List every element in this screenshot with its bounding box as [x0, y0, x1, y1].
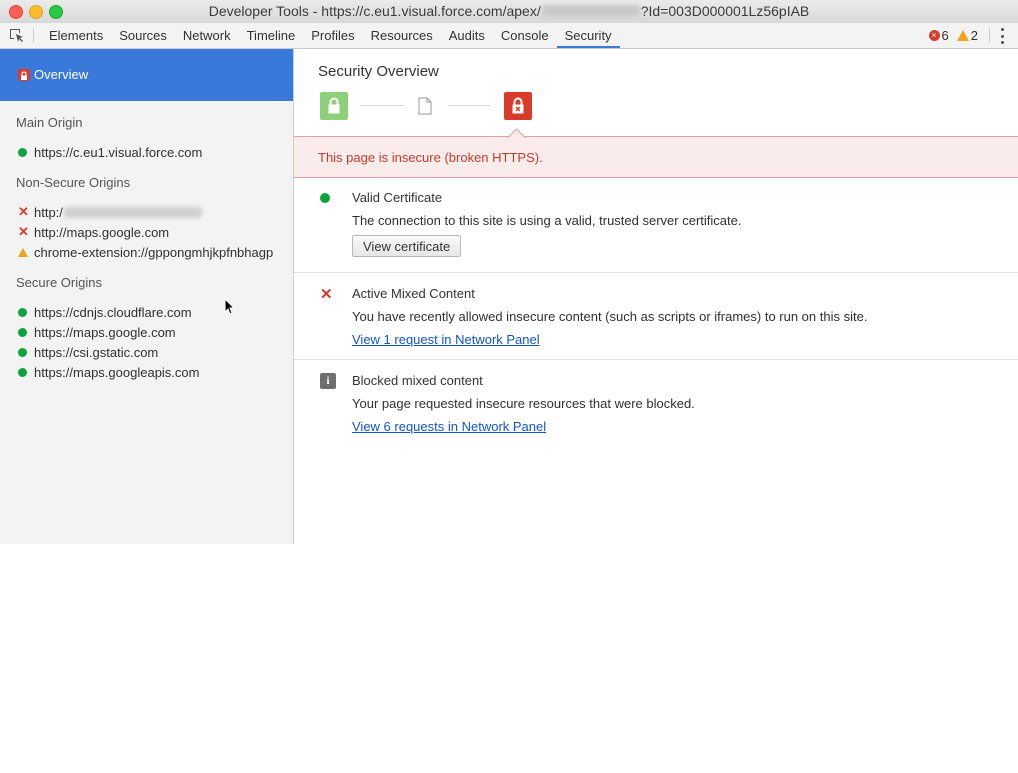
- origin-row[interactable]: https://maps.googleapis.com: [18, 364, 199, 380]
- section-description: The connection to this site is using a v…: [352, 213, 742, 228]
- active-mixed-content-section: ✕ Active Mixed Content You have recently…: [294, 273, 1018, 360]
- warning-triangle-icon: [18, 247, 28, 257]
- section-description: You have recently allowed insecure conte…: [352, 309, 868, 324]
- toolbar-divider: [33, 28, 34, 43]
- view-certificate-button[interactable]: View certificate: [352, 235, 462, 257]
- tab-console[interactable]: Console: [493, 23, 557, 48]
- banner-text: This page is insecure (broken HTTPS).: [318, 150, 543, 165]
- error-count: 6: [941, 28, 949, 43]
- window-title: Developer Tools - https://c.eu1.visual.f…: [0, 3, 1018, 19]
- document-icon: [418, 97, 432, 120]
- inspect-element-icon[interactable]: [9, 28, 25, 44]
- section-title: Active Mixed Content: [352, 286, 475, 301]
- redacted-region: [63, 206, 202, 218]
- window-title-prefix: Developer Tools - https://c.eu1.visual.f…: [208, 3, 541, 19]
- origin-url: https://cdnjs.cloudflare.com: [34, 304, 192, 320]
- panel-tabs: Elements Sources Network Timeline Profil…: [41, 23, 620, 48]
- sidebar-item-label: Overview: [34, 67, 89, 82]
- origin-row[interactable]: https://c.eu1.visual.force.com: [18, 144, 202, 160]
- more-options-icon[interactable]: [999, 28, 1005, 44]
- redacted-region: [541, 5, 640, 17]
- secure-lock-icon: [320, 92, 348, 120]
- origin-row[interactable]: https://maps.google.com: [18, 324, 176, 340]
- connector-line: [360, 105, 404, 106]
- security-sidebar: Overview Main Origin https://c.eu1.visua…: [0, 49, 294, 544]
- view-request-link[interactable]: View 1 request in Network Panel: [352, 332, 540, 347]
- secure-dot-icon: [18, 367, 27, 377]
- origin-url: http://maps.google.com: [34, 224, 170, 240]
- blocked-mixed-content-section: i Blocked mixed content Your page reques…: [294, 360, 1018, 460]
- toolbar-divider: [989, 28, 990, 43]
- secure-dot-icon: [320, 193, 330, 203]
- sidebar-item-overview[interactable]: Overview: [0, 49, 293, 101]
- tab-network[interactable]: Network: [175, 23, 239, 48]
- lock-icon: [18, 69, 30, 81]
- origin-url: chrome-extension://gppongmhjkpfnbhagp: [34, 244, 274, 260]
- error-icon: ×: [928, 30, 940, 41]
- section-title: Valid Certificate: [352, 190, 443, 205]
- origin-row[interactable]: ✕ http:/: [18, 204, 202, 220]
- insecure-lock-icon: [504, 92, 532, 120]
- non-secure-origins-heading: Non-Secure Origins: [16, 175, 131, 190]
- tab-elements[interactable]: Elements: [41, 23, 111, 48]
- origin-row[interactable]: ✕ http://maps.google.com: [18, 224, 169, 240]
- x-icon: ✕: [320, 286, 333, 303]
- origin-url: https://maps.googleapis.com: [34, 364, 200, 380]
- console-counters[interactable]: × 6 2: [928, 28, 978, 43]
- tab-timeline[interactable]: Timeline: [239, 23, 304, 48]
- tab-audits[interactable]: Audits: [441, 23, 493, 48]
- window-titlebar: Developer Tools - https://c.eu1.visual.f…: [0, 0, 1018, 24]
- secure-dot-icon: [18, 147, 27, 157]
- page-title: Security Overview: [318, 63, 439, 80]
- insecure-banner: This page is insecure (broken HTTPS).: [294, 136, 1018, 178]
- origin-url: https://csi.gstatic.com: [34, 344, 159, 360]
- tab-sources[interactable]: Sources: [111, 23, 175, 48]
- tab-security[interactable]: Security: [556, 23, 620, 48]
- origin-row[interactable]: https://cdnjs.cloudflare.com: [18, 304, 192, 320]
- section-title: Blocked mixed content: [352, 373, 483, 388]
- info-icon: i: [320, 373, 336, 389]
- tab-resources[interactable]: Resources: [363, 23, 441, 48]
- secure-dot-icon: [18, 327, 27, 337]
- certificate-section: Valid Certificate The connection to this…: [294, 177, 1018, 273]
- tab-profiles[interactable]: Profiles: [303, 23, 362, 48]
- warning-count: 2: [970, 28, 978, 43]
- mouse-cursor-icon: [224, 297, 236, 320]
- devtools-toolbar: Elements Sources Network Timeline Profil…: [0, 23, 1018, 49]
- origin-url: http:/: [34, 204, 63, 220]
- origin-url: https://maps.google.com: [34, 324, 176, 340]
- warning-icon: [956, 30, 969, 41]
- connector-line: [448, 105, 490, 106]
- origin-row[interactable]: https://csi.gstatic.com: [18, 344, 158, 360]
- window-title-suffix: ?Id=003D000001Lz56pIAB: [640, 3, 810, 19]
- x-icon: ✕: [18, 204, 29, 219]
- x-icon: ✕: [18, 224, 29, 239]
- secure-origins-heading: Secure Origins: [16, 275, 102, 290]
- section-description: Your page requested insecure resources t…: [352, 396, 695, 411]
- security-main-panel: Security Overview This page is insecure …: [294, 49, 1018, 544]
- secure-dot-icon: [18, 347, 27, 357]
- origin-url: https://c.eu1.visual.force.com: [34, 144, 203, 160]
- view-requests-link[interactable]: View 6 requests in Network Panel: [352, 419, 546, 434]
- origin-row[interactable]: chrome-extension://gppongmhjkpfnbhagp: [18, 244, 273, 260]
- main-origin-heading: Main Origin: [16, 115, 83, 130]
- secure-dot-icon: [18, 307, 27, 317]
